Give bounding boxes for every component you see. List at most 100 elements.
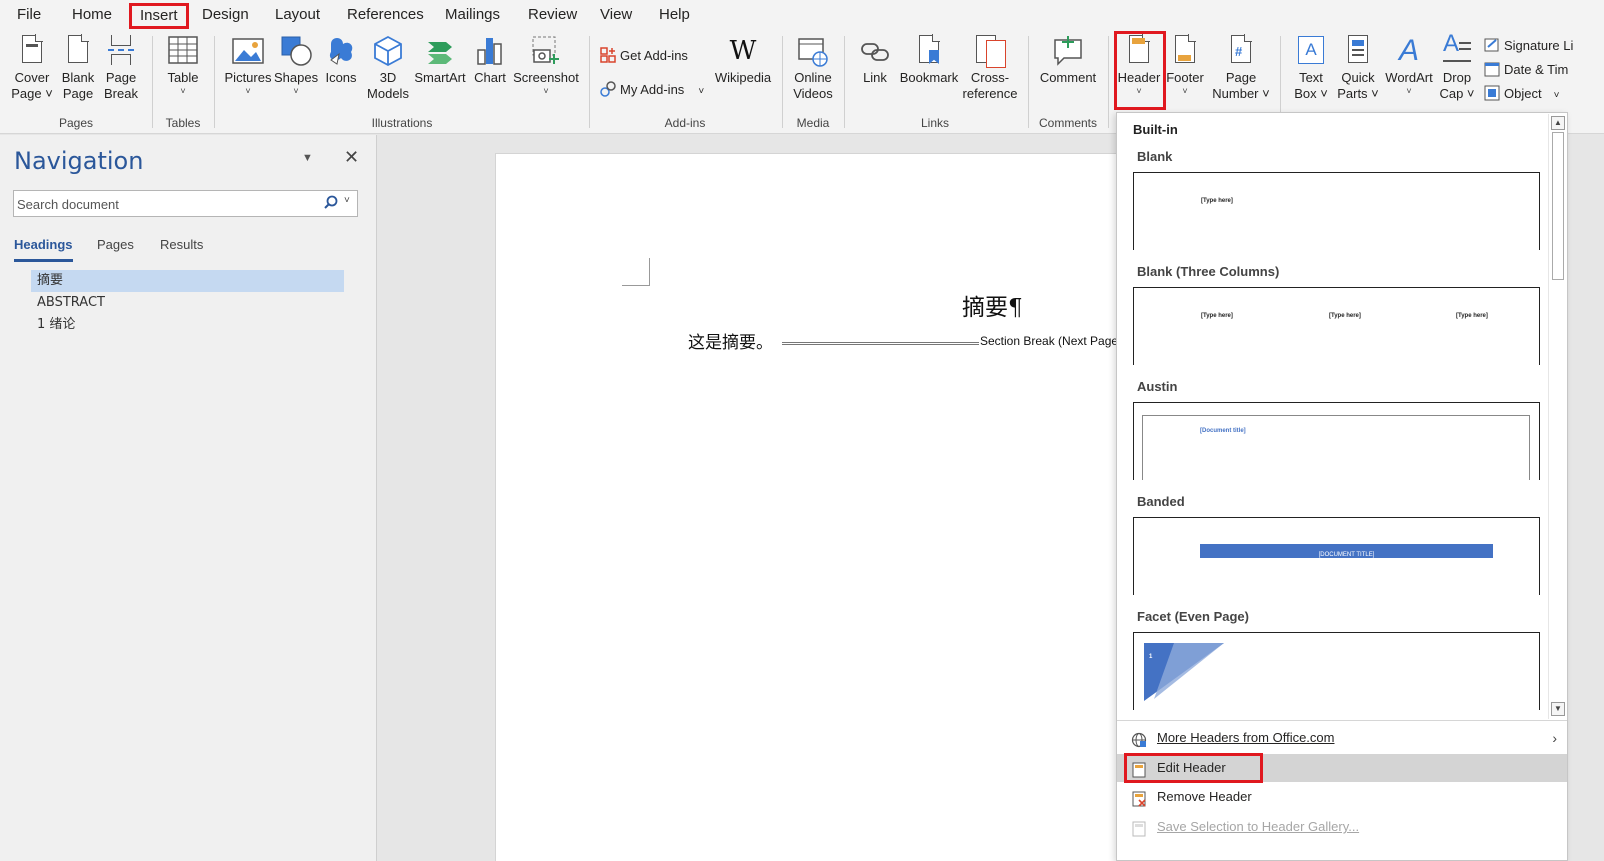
comment-button[interactable]: Comment xyxy=(1036,34,1100,86)
search-input[interactable] xyxy=(17,195,307,213)
tab-design[interactable]: Design xyxy=(194,3,257,29)
icons-button[interactable]: Icons xyxy=(322,34,360,86)
more-headers-menu-item[interactable]: More Headers from Office.com › xyxy=(1117,724,1567,752)
remove-header-menu-item[interactable]: Remove Header xyxy=(1117,783,1567,811)
page-number-button[interactable]: # Page Number ˅ xyxy=(1212,34,1270,102)
group-label-links: Links xyxy=(920,116,949,130)
tab-home[interactable]: Home xyxy=(64,3,120,29)
scroll-down-icon[interactable]: ▼ xyxy=(1551,702,1565,716)
text-box-button[interactable]: A Text Box ˅ xyxy=(1288,34,1334,102)
drop-cap-button[interactable]: A Drop Cap ˅ xyxy=(1436,32,1478,102)
heading-item[interactable]: 摘要 xyxy=(31,270,344,292)
online-video-icon xyxy=(797,34,829,68)
tab-layout[interactable]: Layout xyxy=(267,3,328,29)
search-icon[interactable] xyxy=(322,194,340,212)
gallery-item-name: Facet (Even Page) xyxy=(1137,609,1249,624)
chevron-down-icon: ˅ xyxy=(1136,86,1142,96)
smartart-button[interactable]: SmartArt xyxy=(412,34,468,86)
shapes-button[interactable]: Shapes ˅ xyxy=(274,34,318,96)
tab-review[interactable]: Review xyxy=(520,3,585,29)
wordart-button[interactable]: A WordArt ˅ xyxy=(1382,34,1436,96)
wikipedia-button[interactable]: W Wikipedia xyxy=(712,34,774,86)
pane-options-icon[interactable]: ▼ xyxy=(302,152,313,164)
quick-parts-button[interactable]: Quick Parts ˅ xyxy=(1336,34,1380,102)
wordart-icon: A xyxy=(1398,34,1419,67)
online-videos-button[interactable]: Online Videos xyxy=(790,34,836,102)
navigation-pane: Navigation ▼ ✕ ˅ Headings Pages Results … xyxy=(0,135,377,861)
header-option-facet-even-page[interactable]: 1 xyxy=(1133,632,1540,710)
blank-page-button[interactable]: Blank Page xyxy=(58,34,98,102)
cross-reference-button[interactable]: Cross- reference xyxy=(960,34,1020,102)
document-area: 摘要¶ 这是摘要。 Section Break (Next Page xyxy=(378,135,1135,861)
chevron-down-icon: ˅ xyxy=(1406,86,1412,96)
header-option-blank-three-columns[interactable]: [Type here] [Type here] [Type here] xyxy=(1133,287,1540,365)
3d-models-button[interactable]: 3D Models xyxy=(364,34,412,102)
heading-item[interactable]: 1 绪论 xyxy=(31,314,344,336)
tab-view[interactable]: View xyxy=(592,3,640,29)
shapes-icon xyxy=(280,34,312,68)
gallery-section-title: Built-in xyxy=(1133,122,1178,137)
cross-reference-icon xyxy=(974,34,1006,68)
tab-pages[interactable]: Pages xyxy=(97,237,134,252)
crop-mark xyxy=(622,258,650,286)
tab-help[interactable]: Help xyxy=(651,3,698,29)
pictures-button[interactable]: Pictures ˅ xyxy=(224,34,272,96)
remove-header-icon xyxy=(1131,789,1147,807)
signature-line-button[interactable]: Signature Li xyxy=(1484,35,1573,57)
chart-button[interactable]: Chart xyxy=(470,34,510,86)
gallery-item-name: Blank xyxy=(1137,149,1173,164)
globe-icon xyxy=(1131,730,1147,748)
document-paragraph: 这是摘要。 xyxy=(688,333,773,353)
icons-icon xyxy=(325,34,357,68)
section-break-label: Section Break (Next Page xyxy=(980,334,1119,348)
group-label-illustrations: Illustrations xyxy=(371,116,433,130)
group-label-media: Media xyxy=(796,116,830,130)
blank-page-icon xyxy=(62,34,94,68)
my-addins-icon xyxy=(600,81,616,97)
header-button[interactable]: Header ˅ xyxy=(1116,34,1162,96)
chevron-down-icon: ˅ xyxy=(245,86,251,96)
document-page[interactable]: 摘要¶ 这是摘要。 Section Break (Next Page xyxy=(495,153,1135,861)
gallery-item-name: Banded xyxy=(1137,494,1185,509)
screenshot-button[interactable]: Screenshot ˅ xyxy=(512,34,580,96)
scroll-up-icon[interactable]: ▲ xyxy=(1551,116,1565,130)
header-option-austin[interactable]: [Document title] xyxy=(1133,402,1540,480)
cover-page-button[interactable]: Cover Page ˅ xyxy=(10,34,54,102)
chevron-down-icon: ˅ xyxy=(293,86,299,96)
bookmark-button[interactable]: Bookmark xyxy=(898,34,960,86)
header-option-banded[interactable]: [DOCUMENT TITLE] xyxy=(1133,517,1540,595)
calendar-icon xyxy=(1484,61,1500,77)
signature-icon xyxy=(1484,37,1500,53)
tab-insert[interactable]: Insert xyxy=(129,3,189,29)
date-time-button[interactable]: Date & Tim xyxy=(1484,59,1568,81)
table-button[interactable]: Table ˅ xyxy=(162,34,204,96)
edit-header-menu-item[interactable]: Edit Header xyxy=(1117,754,1567,782)
tab-mailings[interactable]: Mailings xyxy=(437,3,508,29)
facet-graphic xyxy=(1144,643,1224,701)
heading-item[interactable]: ABSTRACT xyxy=(31,292,344,314)
my-addins-button[interactable]: My Add-ins ˅ xyxy=(600,79,704,101)
footer-icon xyxy=(1169,34,1201,68)
close-icon[interactable]: ✕ xyxy=(344,147,359,168)
wikipedia-icon: W xyxy=(729,36,757,66)
link-button[interactable]: Link xyxy=(856,34,894,86)
page-break-button[interactable]: Page Break xyxy=(101,34,141,102)
get-addins-button[interactable]: Get Add-ins xyxy=(600,45,688,67)
navigation-title: Navigation xyxy=(14,147,144,175)
chevron-down-icon: ˅ xyxy=(543,86,549,96)
chevron-down-icon: ˅ xyxy=(1182,86,1188,96)
chevron-down-icon[interactable]: ˅ xyxy=(344,195,350,206)
gallery-scrollbar[interactable]: ▲ ▼ xyxy=(1548,114,1567,719)
section-break-line xyxy=(782,342,979,345)
scrollbar-thumb[interactable] xyxy=(1552,132,1564,280)
object-button[interactable]: Object ˅ xyxy=(1484,83,1559,105)
header-option-blank[interactable]: [Type here] xyxy=(1133,172,1540,250)
footer-button[interactable]: Footer ˅ xyxy=(1162,34,1208,96)
gallery-item-name: Austin xyxy=(1137,379,1178,394)
tab-headings[interactable]: Headings xyxy=(14,237,73,262)
table-icon xyxy=(167,34,199,68)
tab-file[interactable]: File xyxy=(9,3,49,29)
pictures-icon xyxy=(232,34,264,68)
tab-results[interactable]: Results xyxy=(160,237,203,252)
tab-references[interactable]: References xyxy=(339,3,432,29)
